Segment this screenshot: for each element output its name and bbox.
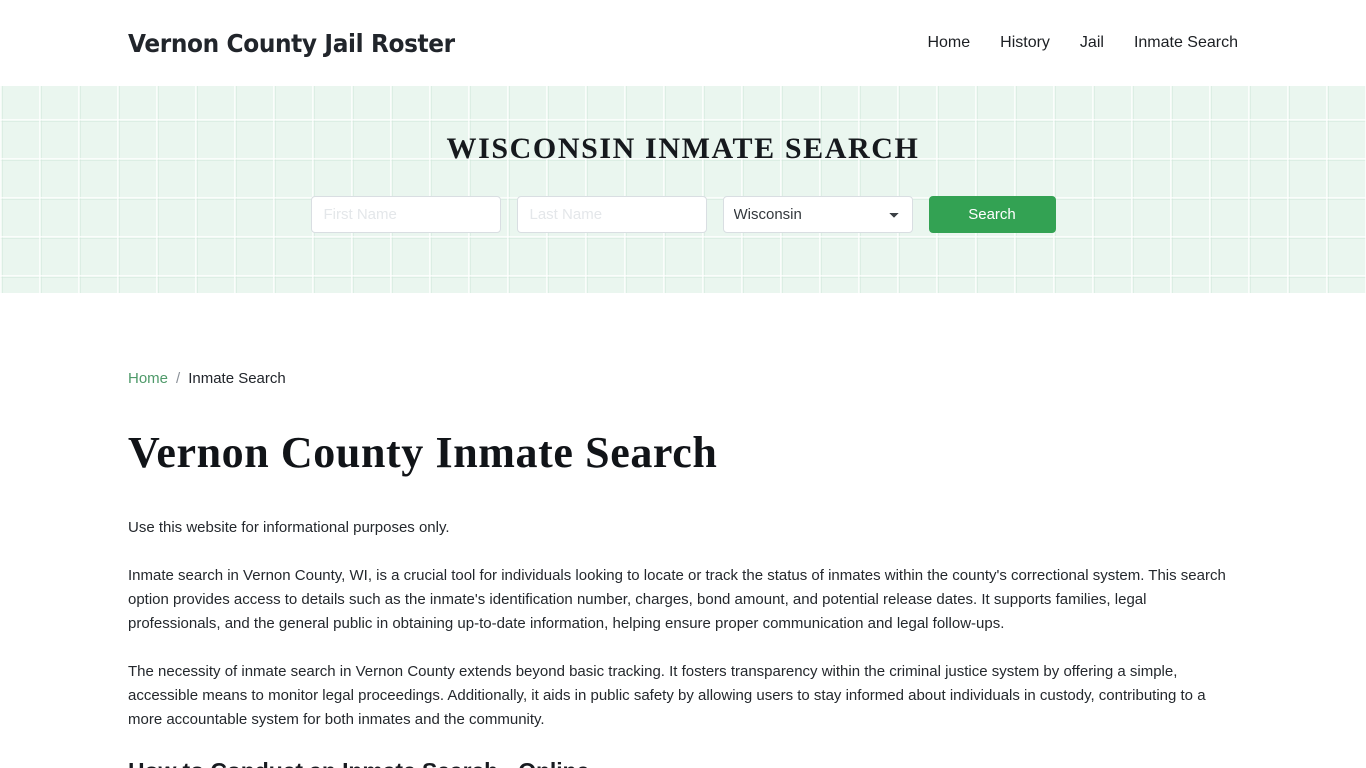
breadcrumb-separator: /	[176, 370, 181, 387]
nav-item-jail[interactable]: Jail	[1080, 34, 1104, 52]
site-header: Vernon County Jail Roster Home History J…	[0, 0, 1366, 86]
last-name-input[interactable]	[516, 196, 707, 233]
page-title: Vernon County Inmate Search	[128, 428, 718, 477]
nav-item-home[interactable]: Home	[927, 34, 970, 52]
hero-title: WISCONSIN INMATE SEARCH	[446, 132, 920, 165]
search-button[interactable]: Search	[928, 196, 1056, 233]
hero-inner: WISCONSIN INMATE SEARCH Wisconsin Search	[0, 86, 1366, 233]
breadcrumb: Home / Inmate Search	[128, 293, 1238, 387]
site-brand-link[interactable]: Vernon County Jail Roster	[128, 29, 455, 58]
lead-paragraph: Use this website for informational purpo…	[128, 519, 450, 536]
inmate-search-form: Wisconsin Search	[0, 196, 1366, 233]
main-navigation: Home History Jail Inmate Search	[927, 34, 1238, 52]
state-select[interactable]: Wisconsin	[722, 196, 913, 233]
hero-search-banner: WISCONSIN INMATE SEARCH Wisconsin Search	[0, 86, 1366, 293]
breadcrumb-link-home[interactable]: Home	[128, 370, 168, 387]
main-content: Home / Inmate Search Vernon County Inmat…	[0, 293, 1366, 768]
section-heading-online-search: How to Conduct an Inmate Search - Online	[128, 732, 1238, 768]
nav-item-inmate-search[interactable]: Inmate Search	[1134, 34, 1238, 52]
breadcrumb-current: Inmate Search	[188, 370, 286, 387]
body-paragraph-1: Inmate search in Vernon County, WI, is a…	[128, 567, 1226, 632]
nav-item-history[interactable]: History	[1000, 34, 1050, 52]
first-name-input[interactable]	[310, 196, 501, 233]
body-paragraph-2: The necessity of inmate search in Vernon…	[128, 663, 1206, 728]
